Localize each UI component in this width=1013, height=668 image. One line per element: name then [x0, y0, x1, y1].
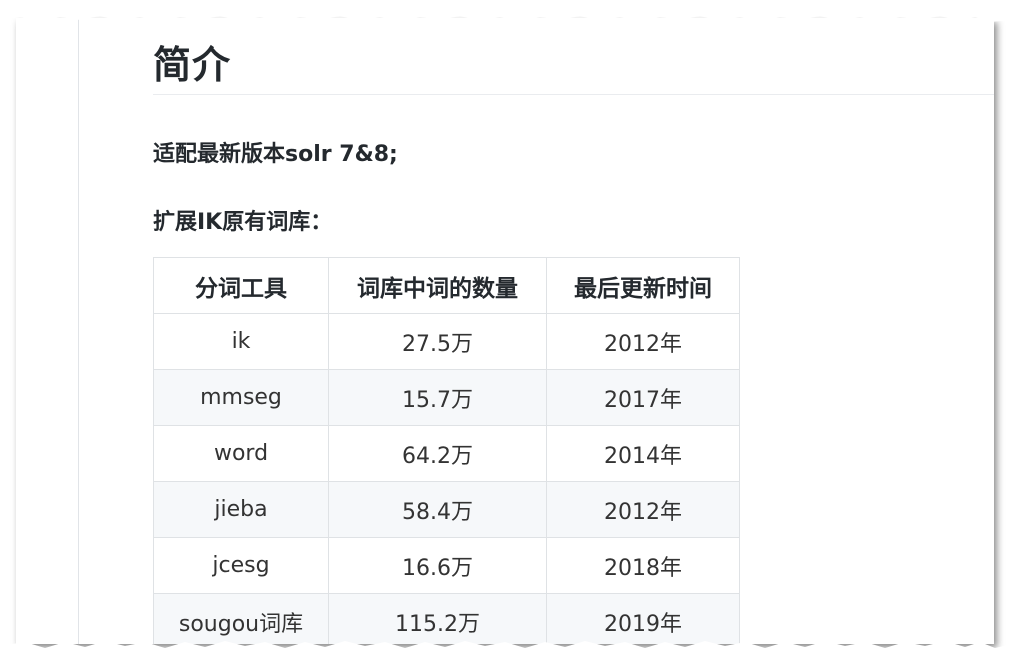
section-heading: 简介 — [153, 43, 232, 87]
heading-divider — [153, 94, 994, 95]
table-row: ik 27.5万 2012年 — [153, 313, 740, 370]
cell-tool: word — [153, 425, 329, 482]
table-header-row: 分词工具 词库中词的数量 最后更新时间 — [153, 257, 740, 314]
cell-last-updated: 2018年 — [546, 537, 740, 594]
paragraph-solr-version: 适配最新版本solr 7&8; — [153, 142, 398, 167]
column-header-last-updated: 最后更新时间 — [546, 257, 740, 314]
cell-last-updated: 2012年 — [546, 481, 740, 538]
cell-word-count: 58.4万 — [328, 481, 547, 538]
cell-last-updated: 2012年 — [546, 313, 740, 370]
cell-last-updated: 2017年 — [546, 369, 740, 426]
table-row: word 64.2万 2014年 — [153, 425, 740, 482]
document-page: 简介 适配最新版本solr 7&8; 扩展IK原有词库： 分词工具 词库中词的数… — [16, 18, 994, 644]
cell-tool: ik — [153, 313, 329, 370]
paragraph-dictionary-intro: 扩展IK原有词库： — [153, 210, 333, 235]
torn-edge-top — [0, 0, 1013, 22]
column-header-tool: 分词工具 — [153, 257, 329, 314]
cell-tool: mmseg — [153, 369, 329, 426]
torn-edge-bottom — [0, 641, 1013, 668]
table-row: mmseg 15.7万 2017年 — [153, 369, 740, 426]
cell-word-count: 64.2万 — [328, 425, 547, 482]
table-row: jieba 58.4万 2012年 — [153, 481, 740, 538]
cell-last-updated: 2014年 — [546, 425, 740, 482]
cell-word-count: 16.6万 — [328, 537, 547, 594]
table-row: jcesg 16.6万 2018年 — [153, 537, 740, 594]
cell-tool: jieba — [153, 481, 329, 538]
dictionary-table: 分词工具 词库中词的数量 最后更新时间 ik 27.5万 2012年 mmseg… — [153, 257, 740, 644]
left-border-line — [78, 18, 79, 644]
column-header-word-count: 词库中词的数量 — [328, 257, 547, 314]
cell-tool: jcesg — [153, 537, 329, 594]
cell-word-count: 27.5万 — [328, 313, 547, 370]
cell-word-count: 15.7万 — [328, 369, 547, 426]
